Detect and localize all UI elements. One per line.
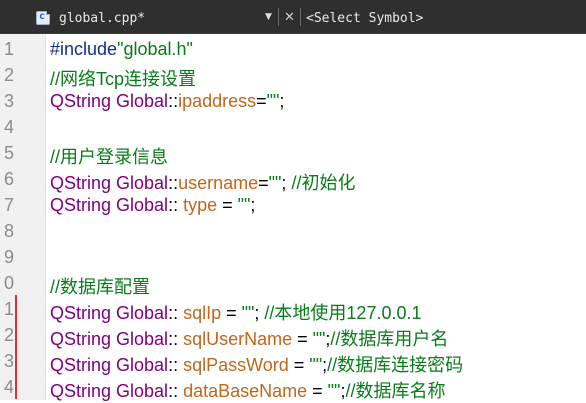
code-token-op: ; [254,303,265,323]
code-token-com: //数据库配置 [50,277,151,297]
code-token-str: "" [241,303,255,323]
code-token-str: "" [327,381,341,401]
code-text: #include"global.h" [50,39,193,60]
modified-line-marker [15,373,17,399]
code-line[interactable]: 8 [0,217,586,243]
code-line[interactable]: 3 QString Global::ipaddress=""; [0,87,586,113]
code-text: QString Global:: dataBaseName = "";//数据库… [50,377,445,403]
code-token-kw: #include [50,39,118,59]
code-token-op: ; [279,91,285,111]
code-token-str: "" [266,91,280,111]
code-token-com: //数据库用户名 [330,329,449,349]
code-token-op: :: [168,303,184,323]
editor-tab-bar: c global.cpp* ▼ ✕ <Select Symbol> [0,0,586,34]
code-token-type: QString Global [50,91,169,111]
line-number: 0 [4,273,15,293]
modified-line-marker [15,295,17,321]
code-token-op: :: [168,355,184,375]
line-number: 2 [4,65,15,85]
code-token-type: QString Global [50,381,169,401]
line-number: 7 [4,195,15,215]
code-token-type: QString Global [50,173,169,193]
code-token-op: :: [168,91,179,111]
code-token-mem: sqlIp [183,303,222,323]
file-tab-title[interactable]: global.cpp* [59,11,145,26]
code-line[interactable]: 4 [0,113,586,139]
code-token-type: QString Global [50,355,169,375]
code-token-com: //数据库连接密码 [327,355,464,375]
code-token-op: :: [168,173,179,193]
line-number: 8 [4,221,15,241]
code-line[interactable]: 1 QString Global:: sqlIp = ""; //本地使用127.… [0,295,586,323]
code-text: QString Global::ipaddress=""; [50,91,284,112]
code-line[interactable]: 5 //用户登录信息 [0,139,586,167]
code-line[interactable]: 6 QString Global::username=""; //初始化 [0,165,586,193]
code-token-op: = [288,355,310,375]
close-icon[interactable]: ✕ [284,10,295,25]
code-token-com: //用户登录信息 [50,147,169,167]
cpp-file-icon: c [36,11,50,25]
toolbar-separator [278,8,279,26]
line-number: 9 [4,247,15,267]
code-token-com: //初始化 [291,173,356,193]
code-token-op: ; [281,173,292,193]
code-token-type: QString Global [50,195,169,215]
code-token-mem: username [178,173,259,193]
code-token-op: :: [168,195,184,215]
code-line[interactable]: 7 QString Global:: type = ""; [0,191,586,217]
code-line[interactable]: 4 QString Global:: dataBaseName = "";//数据… [0,373,586,401]
line-number: 6 [4,169,15,189]
code-line[interactable]: 2 //网络Tcp连接设置 [0,61,586,89]
code-line[interactable]: 0 //数据库配置 [0,269,586,297]
code-token-str: "" [268,173,282,193]
code-token-str: "global.h" [117,39,193,59]
code-token-op: = [307,381,328,401]
code-token-op: = [258,173,269,193]
code-line[interactable]: 1 #include"global.h" [0,35,586,61]
code-token-str: "" [237,195,251,215]
code-token-type: QString Global [50,329,169,349]
code-token-mem: type [183,195,218,215]
code-token-com: //本地使用127.0.0.1 [264,303,422,323]
code-token-mem: sqlUserName [183,329,293,349]
code-token-com: //网络Tcp连接设置 [50,69,197,89]
symbol-selector-dropdown[interactable]: <Select Symbol> [306,11,423,26]
code-token-str: "" [309,355,323,375]
modified-line-marker [15,347,17,373]
code-token-op: ; [250,195,256,215]
line-number: 4 [4,117,15,137]
code-text: QString Global:: type = ""; [50,195,255,216]
code-token-com: //数据库名称 [345,381,446,401]
code-token-op: = [292,329,313,349]
code-token-mem: ipaddress [178,91,257,111]
code-token-mem: dataBaseName [183,381,308,401]
modified-line-marker [15,321,17,347]
line-number: 3 [4,91,15,111]
code-line[interactable]: 9 [0,243,586,269]
code-token-str: "" [312,329,326,349]
code-line[interactable]: 3 QString Global:: sqlPassWord = "";//数据库… [0,347,586,375]
code-token-op: = [217,195,238,215]
toolbar-separator [300,8,301,26]
code-line[interactable]: 2 QString Global:: sqlUserName = "";//数据库… [0,321,586,349]
code-token-op: = [221,303,242,323]
tab-dropdown-arrow-icon[interactable]: ▼ [265,12,272,22]
code-token-op: :: [168,329,184,349]
line-number: 5 [4,143,15,163]
code-token-type: QString Global [50,303,169,323]
line-number: 1 [4,39,15,59]
code-token-op: :: [168,381,184,401]
code-token-mem: sqlPassWord [183,355,289,375]
code-token-op: = [256,91,267,111]
